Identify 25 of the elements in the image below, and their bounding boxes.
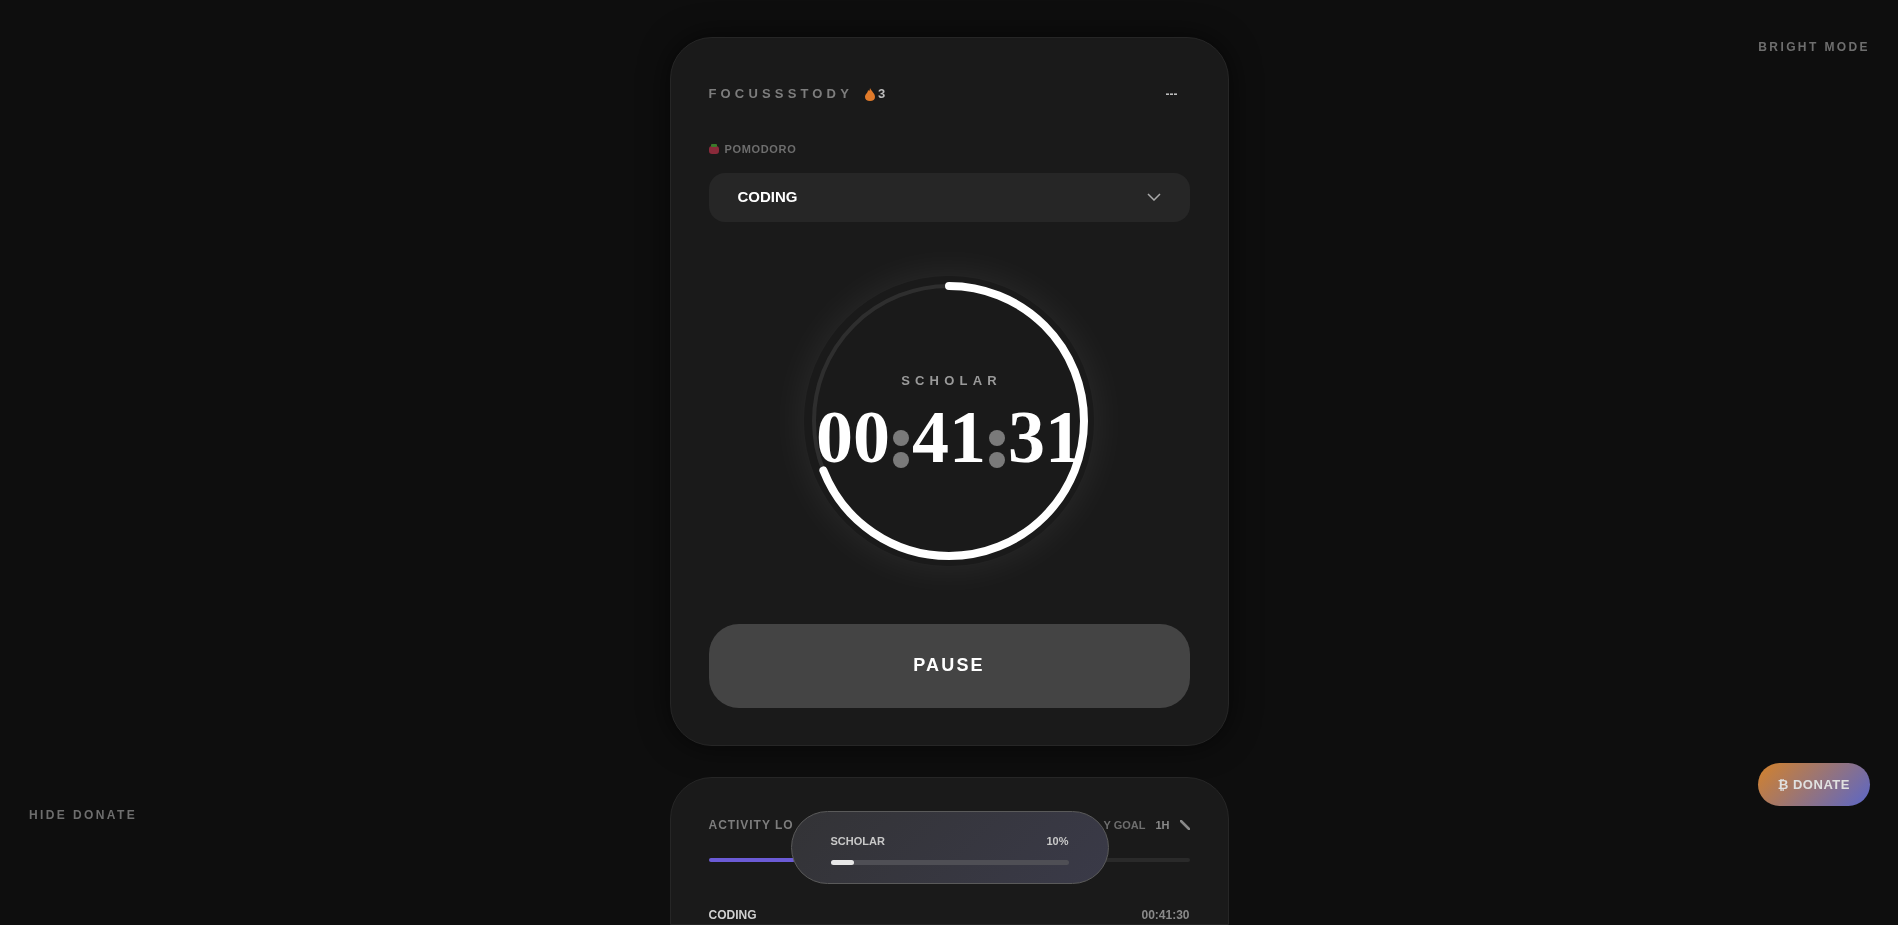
separator-icon [893, 430, 909, 468]
hide-donate-link[interactable]: HIDE DONATE [29, 806, 138, 824]
goal-label: Y GOAL [1103, 817, 1146, 833]
timer-seconds: 31 [1008, 404, 1082, 470]
timer-hours: 00 [816, 404, 890, 470]
mode-label: POMODORO [724, 142, 797, 157]
menu-button[interactable]: --- [1165, 85, 1178, 103]
streak-count: 3 [878, 85, 886, 104]
entry-time: 00:41:30 [1141, 907, 1190, 924]
goal-value: 1H [1155, 817, 1170, 833]
timer-minutes: 41 [912, 404, 986, 470]
flame-icon [865, 87, 875, 101]
pencil-icon[interactable] [1179, 820, 1190, 830]
rank-label: SCHOLAR [900, 371, 1002, 390]
popup-rank: SCHOLAR [830, 834, 885, 849]
bright-mode-toggle[interactable]: BRIGHT MODE [1758, 38, 1870, 56]
app-title: FOCUSSSTODY [708, 85, 853, 104]
separator-icon [989, 430, 1005, 468]
tomato-icon [708, 144, 719, 155]
popup-percent: 10% [1046, 834, 1069, 849]
pause-button[interactable]: PAUSE [708, 623, 1190, 708]
task-dropdown[interactable]: CODING [708, 172, 1190, 222]
activity-title: ACTIVITY LO [708, 817, 794, 834]
chevron-down-icon [1146, 193, 1161, 201]
entry-task: CODING [708, 907, 757, 924]
